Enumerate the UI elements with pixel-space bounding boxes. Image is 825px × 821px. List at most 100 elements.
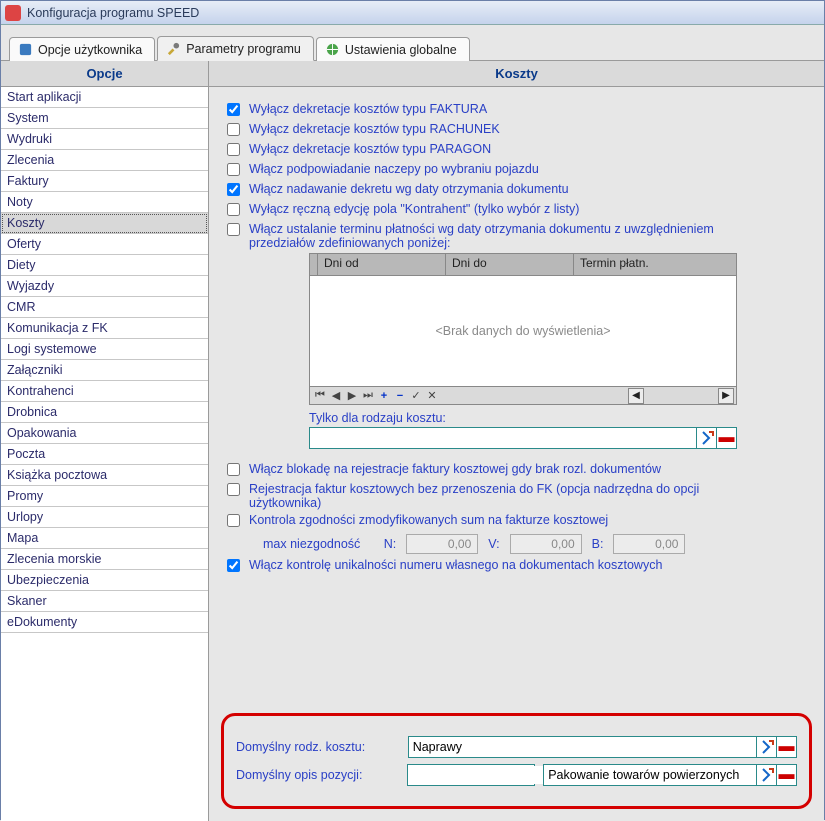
check-disable-paragon[interactable]: Wyłącz dekretacje kosztów typu PARAGON [223, 142, 810, 159]
lookup-clear-icon[interactable]: ▬ [776, 737, 796, 757]
check-sum-consistency[interactable]: Kontrola zgodności zmodyfikowanych sum n… [223, 513, 810, 530]
sidebar-item[interactable]: Kontrahenci [1, 381, 208, 402]
check-register-without-fk[interactable]: Rejestracja faktur kosztowych bez przeno… [223, 482, 810, 510]
checkbox[interactable] [227, 123, 240, 136]
sidebar-item[interactable]: CMR [1, 297, 208, 318]
check-suggest-trailer[interactable]: Włącz podpowiadanie naczepy po wybraniu … [223, 162, 810, 179]
sidebar-item[interactable]: Zlecenia morskie [1, 549, 208, 570]
sidebar-item[interactable]: Mapa [1, 528, 208, 549]
left-header: Opcje [1, 61, 208, 87]
check-label: Wyłącz ręczną edycję pola "Kontrahent" (… [249, 202, 579, 216]
checkbox[interactable] [227, 203, 240, 216]
sidebar-item[interactable]: Logi systemowe [1, 339, 208, 360]
window-title: Konfiguracja programu SPEED [27, 6, 199, 20]
right-column: Koszty Wyłącz dekretacje kosztów typu FA… [209, 61, 824, 821]
nav-next-icon[interactable]: ▶ [344, 388, 360, 404]
grid-col-dni-do[interactable]: Dni do [446, 254, 574, 275]
max-mismatch-row: max niezgodność N: 0,00 V: 0,00 B: 0,00 [263, 534, 810, 554]
max-mismatch-label: max niezgodność [263, 537, 360, 551]
sidebar-item[interactable]: Wyjazdy [1, 276, 208, 297]
grid-corner [310, 254, 318, 275]
sidebar-item[interactable]: eDokumenty [1, 612, 208, 633]
sidebar-item[interactable]: Zlecenia [1, 150, 208, 171]
nav-last-icon[interactable]: ⏭ [360, 388, 376, 404]
check-payment-term-by-ranges[interactable]: Włącz ustalanie terminu płatności wg dat… [223, 222, 810, 250]
tab-global-settings[interactable]: Ustawienia globalne [316, 37, 470, 61]
nav-check-icon[interactable]: ✓ [408, 388, 424, 404]
sidebar-item[interactable]: Koszty [1, 213, 208, 234]
ranges-grid: Dni od Dni do Termin płatn. <Brak danych… [309, 253, 737, 405]
sidebar-item[interactable]: System [1, 108, 208, 129]
lookup-clear-icon[interactable]: ▬ [716, 428, 736, 448]
lookup-pick-icon[interactable] [756, 765, 776, 785]
sidebar-item[interactable]: Drobnica [1, 402, 208, 423]
window-titlebar: Konfiguracja programu SPEED [1, 1, 824, 25]
check-label: Włącz nadawanie dekretu wg daty otrzyman… [249, 182, 569, 196]
sidebar-item[interactable]: Skaner [1, 591, 208, 612]
lookup-clear-icon[interactable]: ▬ [776, 765, 796, 785]
sidebar-item[interactable]: Start aplikacji [1, 87, 208, 108]
lookup-pick-icon[interactable] [696, 428, 716, 448]
sidebar-item[interactable]: Opakowania [1, 423, 208, 444]
cost-kind-input[interactable] [310, 429, 696, 447]
checkbox[interactable] [227, 483, 240, 496]
cost-kind-lookup: ▬ [309, 427, 737, 449]
checkbox[interactable] [227, 514, 240, 527]
check-block-cost-invoice[interactable]: Włącz blokadę na rejestracje faktury kos… [223, 462, 810, 479]
navigator-buttons: ⏮ ◀ ▶ ⏭ + − ✓ ✕ [312, 388, 440, 404]
sidebar-item[interactable]: Poczta [1, 444, 208, 465]
defaults-highlight-frame: Domyślny rodz. kosztu: ▬ Domyślny opis p… [221, 713, 812, 809]
default-desc-select-input[interactable] [544, 766, 756, 784]
sidebar-item[interactable]: Ubezpieczenia [1, 570, 208, 591]
check-unique-own-number[interactable]: Włącz kontrolę unikalności numeru własne… [223, 558, 810, 575]
scroll-left-icon[interactable]: ◀ [628, 388, 644, 404]
check-label: Włącz blokadę na rejestracje faktury kos… [249, 462, 661, 476]
grid-col-dni-od[interactable]: Dni od [318, 254, 446, 275]
tab-user-options[interactable]: Opcje użytkownika [9, 37, 155, 61]
sidebar-item[interactable]: Noty [1, 192, 208, 213]
sidebar-item[interactable]: Urlopy [1, 507, 208, 528]
sidebar-item[interactable]: Faktury [1, 171, 208, 192]
checkbox[interactable] [227, 103, 240, 116]
checkbox[interactable] [227, 463, 240, 476]
nav-first-icon[interactable]: ⏮ [312, 388, 328, 404]
nav-cancel-icon[interactable]: ✕ [424, 388, 440, 404]
checkbox[interactable] [227, 163, 240, 176]
sidebar-item[interactable]: Książka pocztowa [1, 465, 208, 486]
nav-prev-icon[interactable]: ◀ [328, 388, 344, 404]
check-label: Kontrola zgodności zmodyfikowanych sum n… [249, 513, 608, 527]
lookup-pick-icon[interactable] [756, 737, 776, 757]
sidebar-item[interactable]: Komunikacja z FK [1, 318, 208, 339]
checkbox[interactable] [227, 559, 240, 572]
check-label: Włącz ustalanie terminu płatności wg dat… [249, 222, 769, 250]
sidebar-item[interactable]: Wydruki [1, 129, 208, 150]
nav-add-icon[interactable]: + [376, 388, 392, 404]
grid-navigator: ⏮ ◀ ▶ ⏭ + − ✓ ✕ ◀ ▶ [310, 386, 736, 404]
default-desc-select-lookup: ▬ [543, 764, 797, 786]
check-decree-by-receive-date[interactable]: Włącz nadawanie dekretu wg daty otrzyman… [223, 182, 810, 199]
checkbox[interactable] [227, 183, 240, 196]
default-kind-input[interactable] [409, 738, 756, 756]
check-disable-rachunek[interactable]: Wyłącz dekretacje kosztów typu RACHUNEK [223, 122, 810, 139]
sidebar-item[interactable]: Promy [1, 486, 208, 507]
check-disable-kontrahent-edit[interactable]: Wyłącz ręczną edycję pola "Kontrahent" (… [223, 202, 810, 219]
b-label: B: [592, 537, 604, 551]
sidebar-item[interactable]: Załączniki [1, 360, 208, 381]
app-icon [5, 5, 21, 21]
tools-icon [166, 41, 181, 56]
check-label: Wyłącz dekretacje kosztów typu RACHUNEK [249, 122, 500, 136]
nav-remove-icon[interactable]: − [392, 388, 408, 404]
checkbox[interactable] [227, 223, 240, 236]
default-kind-label: Domyślny rodz. kosztu: [236, 740, 400, 754]
gear-icon [18, 42, 33, 57]
options-list[interactable]: Start aplikacjiSystemWydrukiZleceniaFakt… [1, 87, 208, 821]
scroll-right-icon[interactable]: ▶ [718, 388, 734, 404]
checkbox[interactable] [227, 143, 240, 156]
default-kind-row: Domyślny rodz. kosztu: ▬ [236, 736, 797, 758]
sidebar-item[interactable]: Diety [1, 255, 208, 276]
tab-program-params[interactable]: Parametry programu [157, 36, 314, 61]
check-disable-faktura[interactable]: Wyłącz dekretacje kosztów typu FAKTURA [223, 102, 810, 119]
tab-label: Ustawienia globalne [345, 43, 457, 57]
sidebar-item[interactable]: Oferty [1, 234, 208, 255]
grid-col-termin[interactable]: Termin płatn. [574, 254, 736, 275]
